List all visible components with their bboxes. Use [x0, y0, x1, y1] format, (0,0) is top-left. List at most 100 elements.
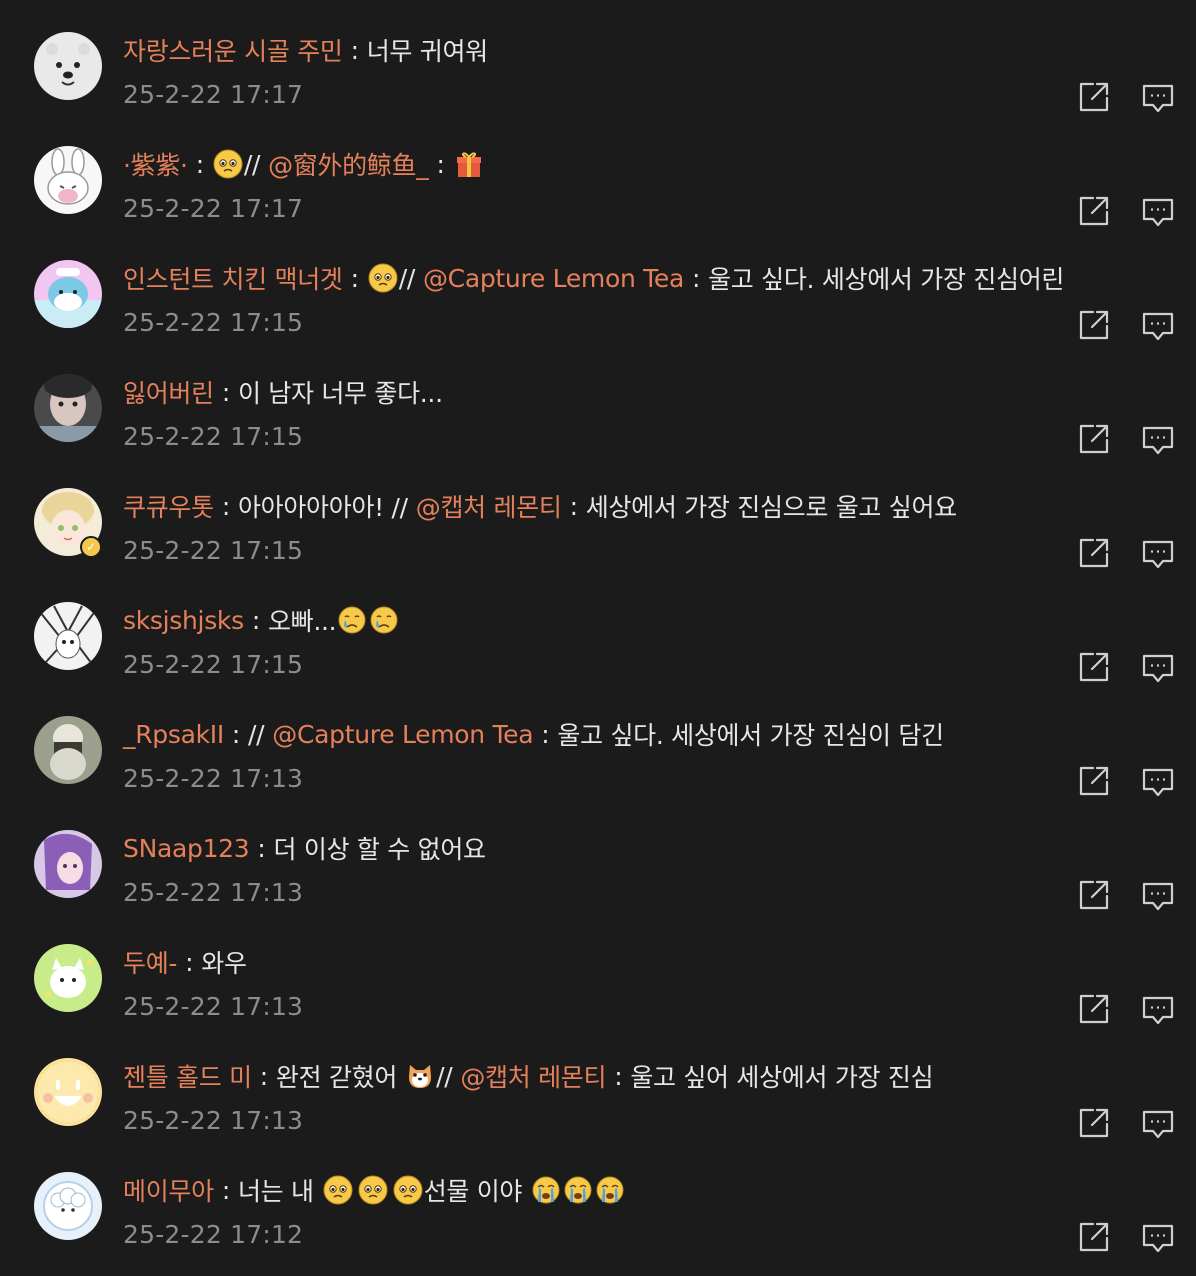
comment-text: 더 이상 할 수 없어요 — [273, 835, 487, 864]
share-icon[interactable] — [1077, 422, 1111, 456]
comment-item: 두예- : 와우 25-2-22 17:13 — [0, 912, 1196, 1026]
smiley-avatar[interactable] — [34, 1058, 102, 1126]
share-icon[interactable] — [1077, 992, 1111, 1026]
username-link[interactable]: 인스턴트 치킨 맥너겟 — [123, 260, 343, 296]
comment-item: SNaap123 : 더 이상 할 수 없어요 25-2-22 17:13 — [0, 798, 1196, 912]
comment-line: SNaap123 : 더 이상 할 수 없어요 — [123, 828, 486, 868]
comment-line: _RpsakII : // @Capture Lemon Tea : 울고 싶다… — [123, 714, 944, 754]
reply-icon[interactable] — [1141, 536, 1175, 570]
username-link[interactable]: 메이무아 — [123, 1172, 214, 1208]
reply-icon[interactable] — [1141, 650, 1175, 684]
comment-time: 25-2-22 17:15 — [123, 422, 304, 451]
photo-avatar[interactable] — [34, 374, 102, 442]
colon-separator: : — [257, 833, 266, 863]
username-link[interactable]: sksjshjsks — [123, 606, 244, 635]
comment-item: 메이무아 : 너는 내 선물 이야 25-2-22 17:12 — [0, 1140, 1196, 1254]
shiba-dog-icon — [405, 1061, 435, 1091]
username-link[interactable]: _RpsakII — [123, 720, 224, 749]
comment-time: 25-2-22 17:13 — [123, 992, 304, 1021]
comment-line: ·紫紫· : // @窗外的鲸鱼_ : — [123, 144, 485, 184]
mention-link[interactable]: @캡처 레몬티 — [460, 1058, 606, 1094]
comment-item: 자랑스러운 시골 주민 : 너무 귀여워 25-2-22 17:17 — [0, 0, 1196, 114]
bunny-avatar[interactable] — [34, 146, 102, 214]
comment-time: 25-2-22 17:15 — [123, 536, 304, 565]
colon-separator: : — [569, 491, 578, 521]
colon-separator: : — [259, 1061, 268, 1091]
username-link[interactable]: SNaap123 — [123, 834, 250, 863]
manga-avatar[interactable] — [34, 602, 102, 670]
colon-separator: : — [231, 719, 241, 749]
comment-time: 25-2-22 17:13 — [123, 1106, 304, 1135]
comment-text: 오빠... — [267, 607, 337, 636]
colon-separator: : — [195, 149, 204, 179]
username-link[interactable]: 쿠큐우톳 — [123, 488, 214, 524]
figure-avatar[interactable] — [34, 716, 102, 784]
username-link[interactable]: 젠틀 홀드 미 — [123, 1058, 252, 1094]
colon-separator: : — [691, 263, 701, 293]
share-icon[interactable] — [1077, 80, 1111, 114]
username-link[interactable]: 잃어버린 — [123, 374, 214, 410]
comment-text: 울고 싶다. 세상에서 가장 진심어린 — [708, 265, 1065, 294]
pleading-face-icon — [393, 1175, 423, 1205]
mention-link[interactable]: @Capture Lemon Tea — [272, 720, 533, 749]
comment-item: 젠틀 홀드 미 : 완전 갇혔어 // @캡처 레몬티 : 울고 싶어 세상에서… — [0, 1026, 1196, 1140]
comment-line: 젠틀 홀드 미 : 완전 갇혔어 // @캡처 레몬티 : 울고 싶어 세상에서… — [123, 1056, 934, 1096]
pastel-whale-avatar[interactable] — [34, 260, 102, 328]
reply-icon[interactable] — [1141, 194, 1175, 228]
share-icon[interactable] — [1077, 536, 1111, 570]
username-link[interactable]: ·紫紫· — [123, 146, 188, 182]
mention-link[interactable]: @窗外的鲸鱼_ — [268, 146, 429, 182]
reply-icon[interactable] — [1141, 992, 1175, 1026]
loudly-crying-face-icon — [563, 1175, 593, 1205]
comment-item: ·紫紫· : // @窗外的鲸鱼_ : 25-2-22 17:17 — [0, 114, 1196, 228]
polar-bear-avatar[interactable] — [34, 32, 102, 100]
reply-icon[interactable] — [1141, 422, 1175, 456]
share-icon[interactable] — [1077, 1220, 1111, 1254]
colon-separator: : — [221, 1175, 230, 1205]
comment-time: 25-2-22 17:15 — [123, 650, 304, 679]
cat-cartoon-avatar[interactable] — [34, 944, 102, 1012]
reply-icon[interactable] — [1141, 308, 1175, 342]
comment-item: sksjshjsks : 오빠... 25-2-22 17:15 — [0, 570, 1196, 684]
colon-separator: : — [541, 719, 550, 749]
verified-badge-icon: ✓ — [80, 536, 102, 558]
share-icon[interactable] — [1077, 308, 1111, 342]
colon-separator: : — [350, 263, 359, 293]
comment-text: // — [248, 719, 265, 749]
loudly-crying-face-icon — [531, 1175, 561, 1205]
loudly-crying-face-icon — [595, 1175, 625, 1205]
reply-icon[interactable] — [1141, 878, 1175, 912]
share-icon[interactable] — [1077, 878, 1111, 912]
username-link[interactable]: 자랑스러운 시골 주민 — [123, 32, 343, 68]
comment-text: 너무 귀여워 — [366, 37, 488, 66]
cloud-sheep-avatar[interactable] — [34, 1172, 102, 1240]
reply-icon[interactable] — [1141, 1220, 1175, 1254]
comment-line: sksjshjsks : 오빠... — [123, 600, 400, 640]
share-icon[interactable] — [1077, 650, 1111, 684]
comment-item: 인스턴트 치킨 맥너겟 : // @Capture Lemon Tea : 울고… — [0, 228, 1196, 342]
comment-time: 25-2-22 17:17 — [123, 80, 304, 109]
mention-link[interactable]: @캡처 레몬티 — [416, 488, 562, 524]
share-icon[interactable] — [1077, 1106, 1111, 1140]
slash-text: // — [436, 1061, 453, 1091]
reply-icon[interactable] — [1141, 80, 1175, 114]
share-icon[interactable] — [1077, 194, 1111, 228]
colon-separator: : — [350, 35, 359, 65]
slash-text: // — [243, 149, 261, 179]
purple-hair-avatar[interactable] — [34, 830, 102, 898]
comment-item: 쿠큐우톳 : 아아아아아아! // @캡처 레몬티 : 세상에서 가장 진심으로… — [0, 456, 1196, 570]
comment-text-2: 세상에서 가장 진심으로 울고 싶어요 — [585, 493, 957, 522]
comment-line: 메이무아 : 너는 내 선물 이야 — [123, 1170, 626, 1210]
comment-line: 쿠큐우톳 : 아아아아아아! // @캡처 레몬티 : 세상에서 가장 진심으로… — [123, 486, 957, 526]
comment-text: 너는 내 — [237, 1177, 314, 1206]
reply-icon[interactable] — [1141, 1106, 1175, 1140]
reply-icon[interactable] — [1141, 764, 1175, 798]
comment-text: 아아아아아아! // — [237, 493, 408, 522]
colon-separator: : — [614, 1061, 623, 1091]
share-icon[interactable] — [1077, 764, 1111, 798]
username-link[interactable]: 두예- — [123, 944, 177, 980]
colon-separator: : — [251, 605, 260, 635]
mention-link[interactable]: @Capture Lemon Tea — [423, 264, 684, 293]
colon-separator: : — [221, 491, 230, 521]
comment-line: 인스턴트 치킨 맥너겟 : // @Capture Lemon Tea : 울고… — [123, 258, 1064, 298]
